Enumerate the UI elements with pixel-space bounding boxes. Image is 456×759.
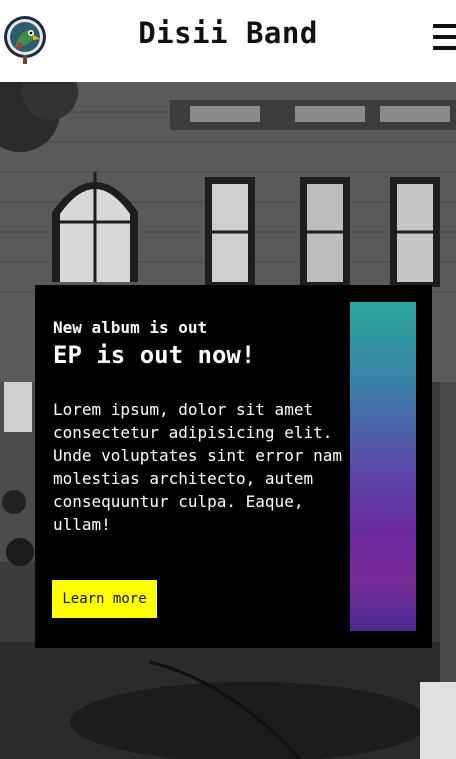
card-body-text: Lorem ipsum, dolor sit amet consectetur … bbox=[53, 400, 342, 534]
hamburger-menu-icon[interactable] bbox=[433, 24, 456, 52]
learn-more-button[interactable]: Learn more bbox=[52, 580, 157, 618]
card-title: EP is out now! bbox=[53, 341, 256, 369]
site-header: Disii Band bbox=[0, 0, 456, 82]
album-cover-image bbox=[350, 302, 416, 631]
site-title[interactable]: Disii Band bbox=[0, 16, 456, 50]
album-promo-card: New album is out EP is out now! Lorem ip… bbox=[35, 285, 432, 648]
hero-background-image: New album is out EP is out now! Lorem ip… bbox=[0, 82, 456, 759]
card-kicker: New album is out bbox=[53, 318, 208, 337]
